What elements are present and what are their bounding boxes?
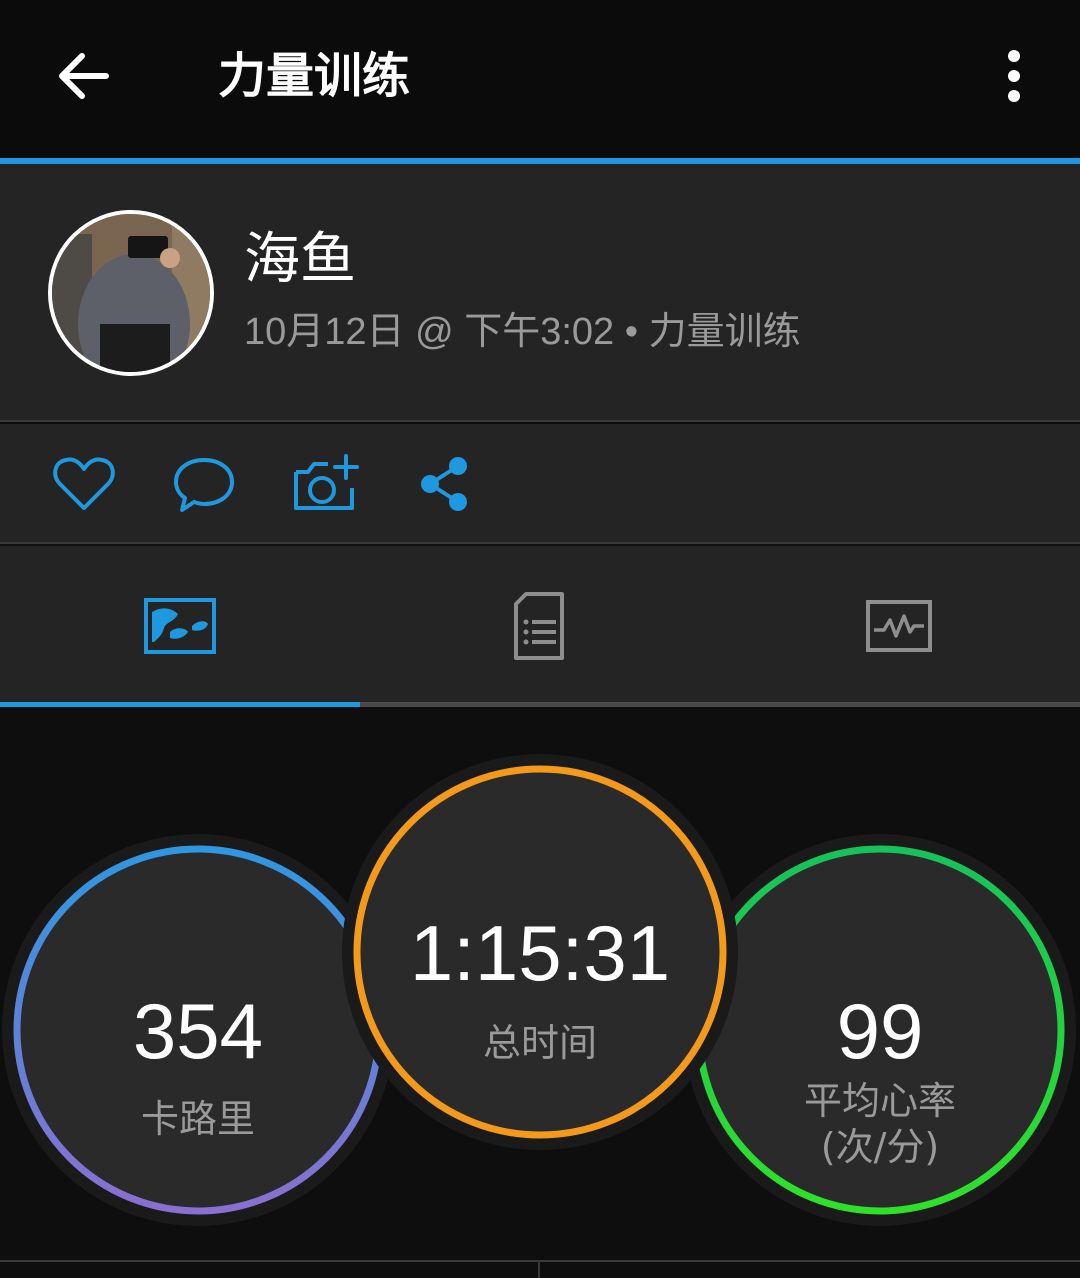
calories-stat[interactable]: 354 卡路里: [38, 870, 358, 1190]
heart-rate-label: 平均心率: [803, 1079, 956, 1123]
heart-rate-unit: (次/分): [820, 1125, 940, 1169]
tab-active-indicator: [0, 702, 360, 707]
chart-icon: [866, 600, 932, 652]
more-vertical-icon: [1008, 50, 1020, 102]
heart-rate-stat[interactable]: 99 平均心率 (次/分): [720, 870, 1040, 1190]
comment-icon: [174, 458, 234, 512]
page-title: 力量训练: [218, 48, 411, 104]
divider: [0, 420, 1080, 422]
user-avatar-photo: [52, 214, 210, 372]
divider: [0, 542, 1080, 544]
more-options-button[interactable]: [990, 44, 1038, 108]
comment-button[interactable]: [170, 452, 242, 516]
add-photo-button[interactable]: [290, 452, 362, 516]
share-icon: [421, 457, 467, 511]
tab-stats[interactable]: [360, 546, 720, 702]
action-bar: [0, 424, 1080, 542]
calories-value: 354: [132, 987, 264, 1075]
calories-label: 卡路里: [140, 1097, 255, 1141]
user-name[interactable]: 海鱼: [244, 222, 356, 298]
activity-meta: 10月12日 @ 下午3:02 • 力量训练: [244, 311, 801, 353]
stats-list-icon: [514, 592, 564, 660]
total-time-label: 总时间: [482, 1021, 597, 1065]
divider: [538, 1260, 540, 1278]
add-photo-icon: [294, 454, 359, 510]
divider: [0, 1260, 1080, 1262]
like-button[interactable]: [50, 452, 122, 516]
avatar[interactable]: [48, 210, 214, 376]
app-bar: [0, 0, 1080, 158]
heart-rate-value: 99: [836, 987, 924, 1075]
tab-overview[interactable]: [0, 546, 360, 702]
share-button[interactable]: [412, 452, 476, 516]
arrow-left-icon: [59, 53, 109, 99]
back-button[interactable]: [52, 44, 116, 108]
total-time-value: 1:15:31: [409, 909, 671, 997]
tab-charts[interactable]: [720, 546, 1080, 702]
total-time-stat[interactable]: 1:15:31 总时间: [380, 792, 700, 1112]
map-overview-icon: [144, 598, 216, 654]
heart-icon: [53, 457, 115, 510]
